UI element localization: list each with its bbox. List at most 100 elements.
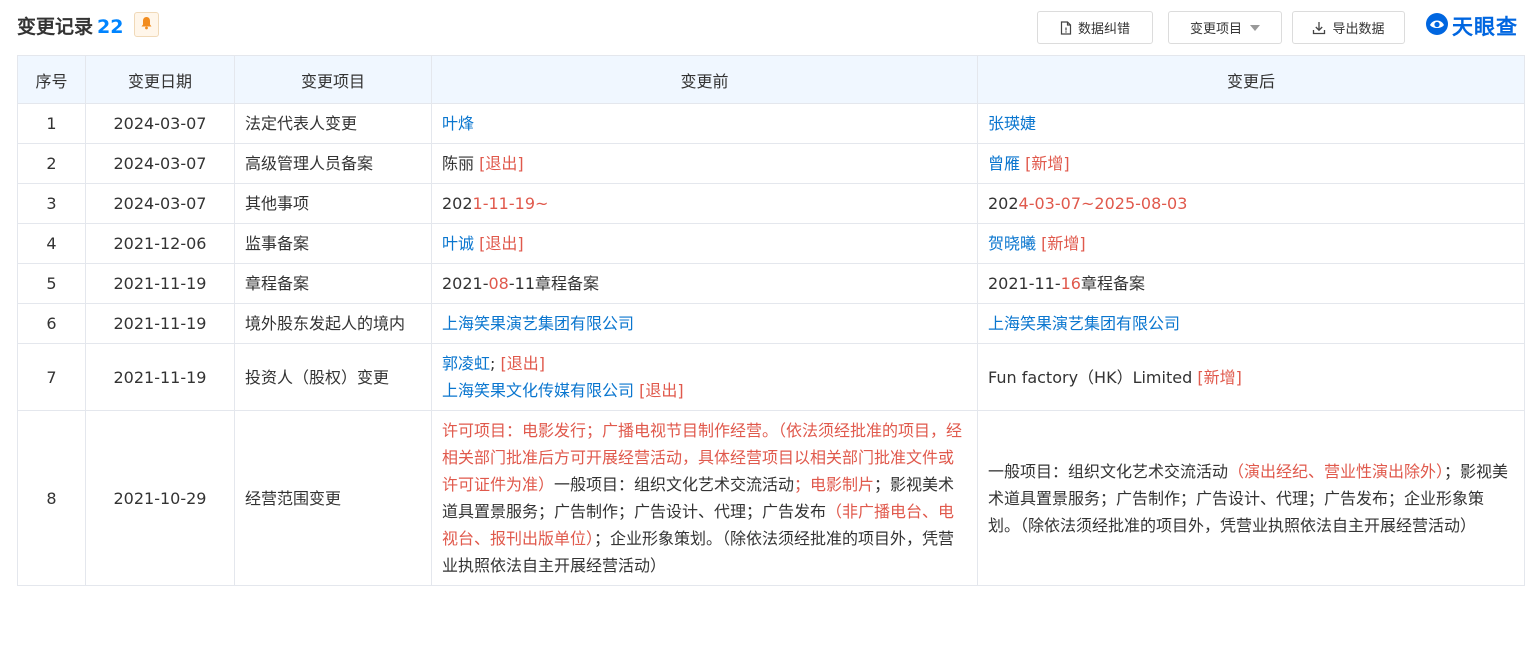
table-row: 3 2024-03-07 其他事项 2021-11-19~ 2024-03-07~202… [17,183,1525,224]
entity-link[interactable]: 曾雁 [988,154,1025,173]
value-line: 一般项目：组织文化艺术交流活动（演出经纪、营业性演出除外）；影视美术道具置景服务… [988,458,1514,539]
value-line: 上海笑果文化传媒有限公司 [退出] [442,377,967,404]
changed-text: [新增] [1025,154,1070,173]
table-row: 6 2021-11-19 境外股东发起人的境内 上海笑果演艺集团有限公司 上海笑果演艺集… [17,303,1525,344]
caret-down-icon [1250,24,1260,31]
entity-link[interactable]: 叶烽 [442,114,474,133]
change-type-dropdown[interactable]: 变更项目 [1168,11,1282,44]
change-date: 2021-10-29 [85,410,235,586]
change-item: 法定代表人变更 [234,103,432,144]
entity-link[interactable]: 贺晓曦 [988,234,1041,253]
section-title-text: 变更记录 [17,16,94,38]
change-item: 监事备案 [234,223,432,264]
change-item: 境外股东发起人的境内 [234,303,432,344]
changed-text: 4-03-07~2025-08-03 [1018,194,1188,213]
value-line: 许可项目：电影发行；广播电视节目制作经营。（依法须经批准的项目，经相关部门批准后… [442,417,967,579]
value-before: 叶诚 [退出] [431,223,978,264]
change-date: 2021-12-06 [85,223,235,264]
row-number: 8 [17,410,86,586]
entity-link[interactable]: 上海笑果文化传媒有限公司 [442,381,639,400]
change-date: 2024-03-07 [85,183,235,224]
table-row: 2 2024-03-07 高级管理人员备案 陈丽 [退出] 曾雁 [新增] [17,143,1525,184]
section-title: 变更记录 22 [17,12,123,39]
column-header-before: 变更前 [431,55,978,104]
entity-link[interactable]: 郭凌虹 [442,354,490,373]
value-line: 张瑛婕 [988,110,1514,137]
value-line: 贺晓曦 [新增] [988,230,1514,257]
changed-text: 16 [1060,274,1081,293]
change-item: 经营范围变更 [234,410,432,586]
change-item: 其他事项 [234,183,432,224]
changed-text: [退出] [479,154,524,173]
entity-link[interactable]: 张瑛婕 [988,114,1036,133]
changed-text: [退出] [639,381,684,400]
row-number: 7 [17,343,86,411]
row-number: 4 [17,223,86,264]
changed-text: [新增] [1197,367,1242,387]
value-before: 2021-08-11章程备案 [431,263,978,304]
section-header: 变更记录 22 数据纠错 变更项目 导出数据 天眼查 [0,0,1536,54]
changed-text: [新增] [1041,234,1086,253]
value-line: 叶诚 [退出] [442,230,967,257]
value-text: 2021- [442,274,489,293]
entity-link[interactable]: 上海笑果演艺集团有限公司 [442,314,634,333]
value-line: 上海笑果演艺集团有限公司 [988,310,1514,337]
table-row: 5 2021-11-19 章程备案 2021-08-11章程备案 2021-11-16章… [17,263,1525,304]
changed-text: ；电影制片 [794,475,875,494]
value-text: 一般项目：组织文化艺术交流活动 [554,475,795,494]
data-correction-button[interactable]: 数据纠错 [1037,11,1153,44]
changed-text: [退出] [500,354,546,373]
change-date: 2024-03-07 [85,143,235,184]
change-date: 2021-11-19 [85,263,235,304]
change-records-table: 序号 变更日期 变更项目 变更前 变更后 1 2024-03-07 法定代表人变更叶… [17,55,1525,586]
value-before: 上海笑果演艺集团有限公司 [431,303,978,344]
entity-link[interactable]: 上海笑果演艺集团有限公司 [988,314,1180,333]
tianyancha-logo: 天眼查 [1424,12,1518,40]
value-after: 贺晓曦 [新增] [977,223,1525,264]
data-correction-label: 数据纠错 [1077,22,1130,37]
column-header-after: 变更后 [977,55,1525,104]
value-line: 陈丽 [退出] [442,150,967,177]
row-number: 2 [17,143,86,184]
value-line: 叶烽 [442,110,967,137]
value-text: 202 [442,194,473,213]
value-line: 2021-11-19~ [442,190,967,217]
value-line: 郭凌虹; [退出] [442,350,967,377]
monitor-bell-button[interactable] [134,12,159,37]
tianyancha-logo-icon [1424,11,1450,41]
entity-link[interactable]: 叶诚 [442,234,479,253]
change-date: 2021-11-19 [85,303,235,344]
value-line: 曾雁 [新增] [988,150,1514,177]
changed-text: [退出] [479,234,524,253]
value-text: 一般项目：组织文化艺术交流活动 [988,461,1229,481]
changed-text: 1-11-19~ [472,194,549,213]
value-text: 202 [988,194,1019,213]
logo-text: 天眼查 [1452,15,1518,39]
value-line: 2024-03-07~2025-08-03 [988,190,1514,217]
value-text: -11章程备案 [508,274,599,293]
column-header-no: 序号 [17,55,86,104]
value-before: 陈丽 [退出] [431,143,978,184]
value-after: 张瑛婕 [977,103,1525,144]
value-line: 上海笑果演艺集团有限公司 [442,310,967,337]
table-body: 1 2024-03-07 法定代表人变更 叶烽 张瑛婕 2 2024-03-07 高级管理人员… [17,103,1525,586]
value-text: 陈丽 [442,154,480,173]
export-data-button[interactable]: 导出数据 [1292,11,1405,44]
export-data-label: 导出数据 [1332,22,1385,37]
value-text: 章程备案 [1080,274,1145,293]
change-item: 投资人（股权）变更 [234,343,432,411]
changed-text: 08 [488,274,509,293]
value-after: 2024-03-07~2025-08-03 [977,183,1525,224]
table-row: 1 2024-03-07 法定代表人变更 叶烽 张瑛婕 [17,103,1525,144]
changed-text: （演出经纪、营业性演出除外） [1228,461,1445,481]
value-text: Fun factory（HK）Limited [988,367,1198,387]
change-item: 高级管理人员备案 [234,143,432,184]
row-number: 5 [17,263,86,304]
table-header-row: 序号 变更日期 变更项目 变更前 变更后 [17,55,1525,104]
table-row: 7 2021-11-19 投资人（股权）变更 郭凌虹; [退出] 上海笑果文化传媒有限公… [17,343,1525,411]
table-row: 8 2021-10-29 经营范围变更 许可项目：电影发行；广播电视节目制作经营。（依… [17,410,1525,586]
value-line: 2021-08-11章程备案 [442,270,967,297]
value-before: 郭凌虹; [退出] 上海笑果文化传媒有限公司 [退出] [431,343,978,411]
value-line: 2021-11-16章程备案 [988,270,1514,297]
value-after: 2021-11-16章程备案 [977,263,1525,304]
